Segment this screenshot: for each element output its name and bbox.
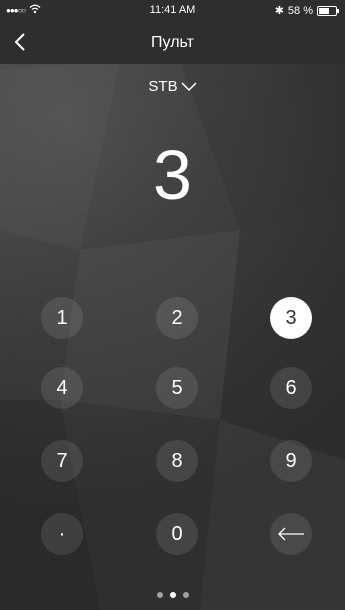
backspace-button[interactable] [270, 513, 312, 555]
key-1[interactable]: 1 [41, 297, 83, 339]
key-6[interactable]: 6 [270, 367, 312, 409]
numeric-keypad: 1 2 3 4 5 6 7 8 9 · 0 [0, 0, 345, 610]
key-dot[interactable]: · [41, 513, 83, 555]
page-indicator[interactable] [0, 592, 345, 598]
key-8[interactable]: 8 [156, 440, 198, 482]
key-0[interactable]: 0 [156, 513, 198, 555]
key-3[interactable]: 3 [270, 297, 312, 339]
key-7[interactable]: 7 [41, 440, 83, 482]
key-2[interactable]: 2 [156, 297, 198, 339]
key-5[interactable]: 5 [156, 367, 198, 409]
key-4[interactable]: 4 [41, 367, 83, 409]
page-dot-3[interactable] [182, 592, 189, 598]
page-dot-2[interactable] [169, 592, 176, 598]
key-9[interactable]: 9 [270, 440, 312, 482]
arrow-left-icon [278, 527, 304, 541]
page-dot-1[interactable] [156, 592, 163, 598]
